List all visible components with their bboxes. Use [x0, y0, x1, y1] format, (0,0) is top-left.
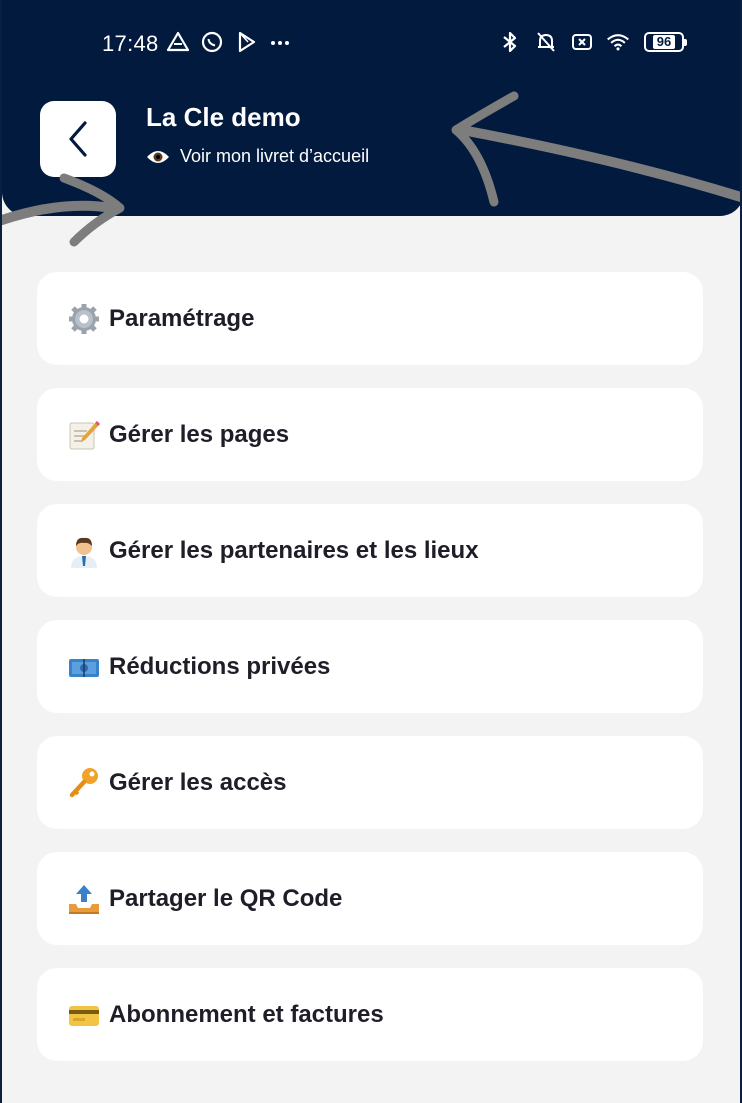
menu-item-label: Partager le QR Code — [109, 884, 343, 912]
menu-item-parametrage[interactable]: Paramétrage — [37, 272, 703, 365]
status-icons-left — [166, 30, 292, 54]
wifi-icon — [607, 34, 629, 51]
menu-item-label: Gérer les partenaires et les lieux — [109, 536, 479, 564]
menu-item-label: Paramétrage — [109, 304, 255, 332]
bell-off-icon — [537, 32, 555, 52]
eye-icon — [147, 150, 169, 163]
status-bar: 17:48 96 — [2, 26, 740, 66]
banknote-icon — [69, 658, 99, 677]
outbox-tray-icon — [69, 884, 99, 914]
credit-card-icon — [69, 1005, 99, 1026]
bluetooth-icon — [503, 31, 517, 53]
app-screen: 17:48 96 La Cle demo Voir mon livret d’a… — [0, 0, 742, 1103]
menu-item-discounts[interactable]: Réductions privées — [37, 620, 703, 713]
menu-item-label: Gérer les pages — [109, 420, 290, 448]
menu-item-access[interactable]: Gérer les accès — [37, 736, 703, 829]
menu-item-partners[interactable]: Gérer les partenaires et les lieux — [37, 504, 703, 597]
play-icon — [238, 31, 256, 53]
menu-item-label: Gérer les accès — [109, 768, 287, 796]
view-guidebook-link[interactable]: Voir mon livret d’accueil — [146, 146, 369, 167]
menu-item-label: Abonnement et factures — [109, 1000, 384, 1028]
office-worker-icon — [71, 537, 97, 568]
gear-icon — [69, 303, 99, 334]
status-time: 17:48 — [102, 31, 159, 56]
memo-icon — [69, 420, 100, 449]
more-dots-icon — [271, 41, 289, 45]
drive-icon — [166, 31, 190, 52]
page-title: La Cle demo — [146, 102, 301, 132]
battery-icon: 96 — [644, 32, 687, 52]
chevron-left-icon — [69, 121, 87, 157]
menu-item-subscription[interactable]: Abonnement et factures — [37, 968, 703, 1061]
menu-item-pages[interactable]: Gérer les pages — [37, 388, 703, 481]
menu-item-share-qr[interactable]: Partager le QR Code — [37, 852, 703, 945]
view-guidebook-label: Voir mon livret d’accueil — [180, 146, 370, 166]
battery-level: 96 — [652, 35, 676, 49]
menu-item-label: Réductions privées — [109, 652, 331, 680]
key-icon — [69, 767, 98, 797]
header: 17:48 96 La Cle demo Voir mon livret d’a… — [2, 0, 740, 216]
whatsapp-icon — [201, 31, 223, 53]
sim-off-icon — [572, 34, 592, 50]
status-icons-right: 96 — [498, 30, 687, 54]
back-button[interactable] — [40, 101, 116, 177]
